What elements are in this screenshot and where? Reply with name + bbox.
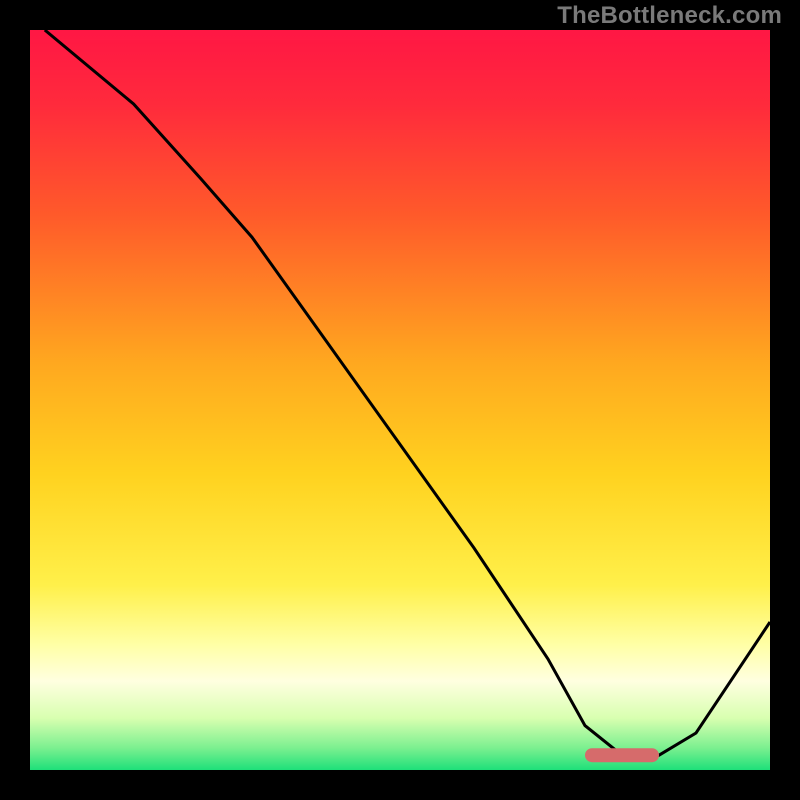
gradient-background xyxy=(30,30,770,770)
watermark-label: TheBottleneck.com xyxy=(557,2,782,30)
bottleneck-plot xyxy=(30,30,770,770)
plot-frame xyxy=(30,30,770,770)
chart-container: TheBottleneck.com xyxy=(0,0,800,800)
optimal-range-marker xyxy=(585,748,659,762)
